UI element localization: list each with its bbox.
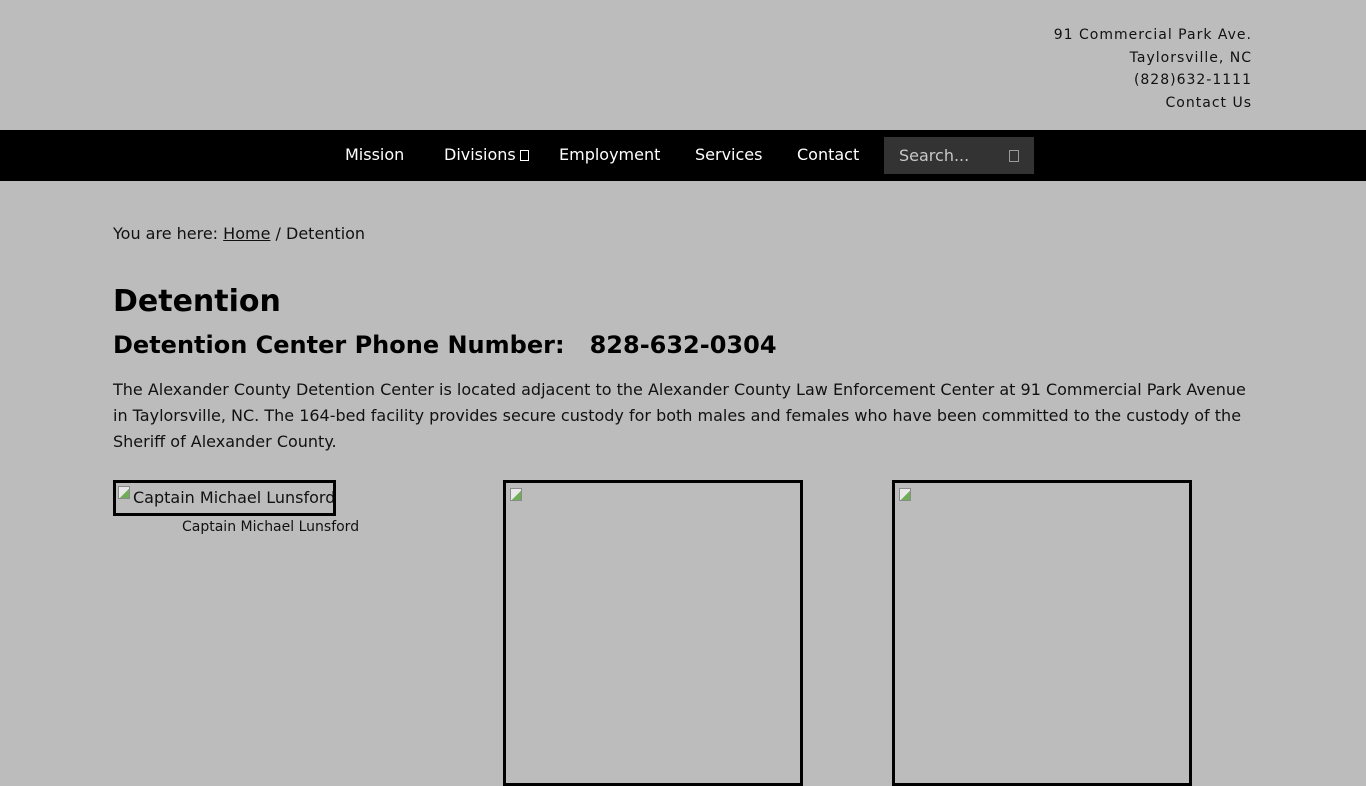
site-header: 91 Commercial Park Ave. Taylorsville, NC… xyxy=(0,0,1366,130)
contact-us-link[interactable]: Contact Us xyxy=(1166,95,1252,111)
search-icon[interactable] xyxy=(1009,150,1019,162)
chevron-down-icon xyxy=(519,150,529,161)
captain-photo-caption: Captain Michael Lunsford xyxy=(182,519,360,535)
breadcrumb-prefix: You are here: xyxy=(113,224,219,243)
captain-photo-alt-text: Captain Michael Lunsford xyxy=(133,488,336,507)
detention-description: The Alexander County Detention Center is… xyxy=(113,380,1246,451)
page-title: Detention xyxy=(113,284,281,319)
detention-photo-2 xyxy=(892,480,1192,786)
nav-item-services[interactable]: Services xyxy=(695,130,762,181)
nav-item-divisions[interactable]: Divisions xyxy=(444,130,529,181)
address-line-1: 91 Commercial Park Ave. xyxy=(1053,27,1252,43)
broken-image-icon xyxy=(899,488,911,501)
search-box xyxy=(884,137,1034,174)
phone-number: (828)632-1111 xyxy=(1133,72,1252,88)
nav-item-employment[interactable]: Employment xyxy=(559,130,660,181)
detention-phone-heading: Detention Center Phone Number: 828-632-0… xyxy=(113,331,777,359)
captain-photo: Captain Michael Lunsford xyxy=(113,480,336,516)
address-line-2: Taylorsville, NC xyxy=(1129,49,1252,66)
broken-image-icon xyxy=(118,486,130,499)
breadcrumb: You are here: Home / Detention xyxy=(113,222,365,246)
breadcrumb-separator: / xyxy=(275,224,281,243)
breadcrumb-home-link[interactable]: Home xyxy=(223,224,270,243)
main-navigation: Mission Divisions Employment Services Co… xyxy=(0,130,1366,181)
nav-item-divisions-label: Divisions xyxy=(444,145,516,164)
nav-item-contact[interactable]: Contact xyxy=(797,130,859,181)
nav-item-mission[interactable]: Mission xyxy=(345,130,404,181)
breadcrumb-current: Detention xyxy=(286,224,366,243)
search-input[interactable] xyxy=(884,137,1017,174)
header-contact-block: 91 Commercial Park Ave. Taylorsville, NC… xyxy=(1054,24,1252,114)
detention-photo-1 xyxy=(503,480,803,786)
broken-image-icon xyxy=(510,488,522,501)
